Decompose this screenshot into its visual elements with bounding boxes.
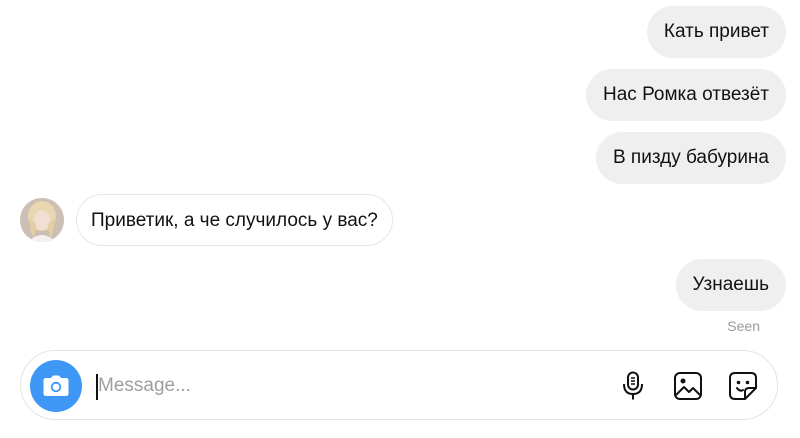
camera-button[interactable] (30, 360, 82, 412)
image-icon (674, 372, 702, 400)
sticker-button[interactable] (728, 371, 758, 401)
message-row-outgoing: В пизду бабурина (595, 132, 786, 184)
outgoing-message-bubble[interactable]: Узнаешь (675, 259, 786, 311)
message-row-outgoing: Узнаешь (675, 259, 786, 311)
message-thread: Кать привет Нас Ромка отвезёт В пизду ба… (0, 0, 800, 340)
message-row-incoming: Приветик, а че случилось у вас? (20, 194, 393, 246)
gallery-button[interactable] (673, 371, 703, 401)
avatar-image (20, 198, 64, 242)
outgoing-message-bubble[interactable]: Кать привет (646, 6, 786, 58)
outgoing-message-bubble[interactable]: В пизду бабурина (595, 132, 786, 184)
message-composer (20, 350, 778, 420)
incoming-message-bubble[interactable]: Приветик, а че случилось у вас? (76, 194, 393, 246)
message-row-outgoing: Кать привет (646, 6, 786, 58)
camera-icon (43, 375, 69, 396)
message-input[interactable] (98, 368, 518, 404)
sender-avatar[interactable] (20, 198, 64, 242)
outgoing-message-bubble[interactable]: Нас Ромка отвезёт (586, 69, 786, 121)
microphone-button[interactable] (618, 371, 648, 401)
message-row-outgoing: Нас Ромка отвезёт (586, 69, 786, 121)
seen-status: Seen (727, 318, 760, 334)
microphone-icon (623, 371, 643, 400)
sticker-icon (729, 372, 757, 400)
